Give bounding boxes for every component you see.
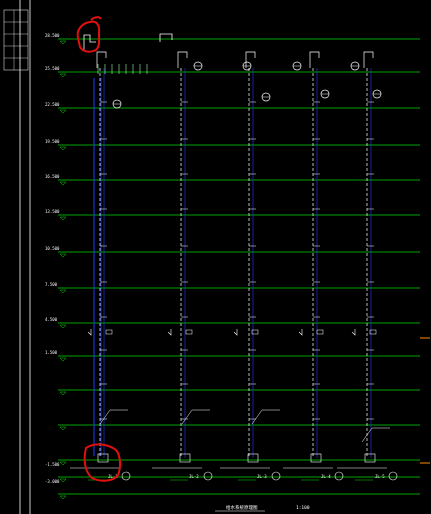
floor-label: 16.500 [45, 174, 60, 179]
riser-tag: JL-5 [375, 474, 385, 479]
riser-top-cap [177, 51, 188, 68]
valve-box [310, 453, 322, 463]
riser-tag: JL-2 [189, 474, 199, 479]
level-marker [59, 478, 67, 483]
level-marker [59, 391, 67, 396]
valve-symbol [83, 34, 96, 50]
level-marker [59, 289, 67, 294]
floor-label: 28.500 [45, 33, 60, 38]
left-title-block [3, 0, 31, 514]
floor-labels-group: 28.500 25.500 22.500 19.500 16.500 13.500 10.5… [45, 33, 60, 484]
floor-label: 25.500 [45, 66, 60, 71]
level-marker [59, 461, 67, 466]
level-marker [59, 426, 67, 431]
check-valve [167, 329, 172, 336]
check-valve [87, 329, 92, 336]
floor-label: 19.500 [45, 139, 60, 144]
check-valve [233, 329, 238, 336]
riser-tag: JL-3 [257, 474, 267, 479]
top-left-marked-valve [76, 16, 102, 53]
leader-line [99, 409, 111, 425]
riser-top-cap [96, 51, 107, 68]
riser-tags-group: JL-1 JL-2 JL-3 JL-4 JL-5 [108, 474, 385, 479]
floor-label: 13.500 [45, 209, 60, 214]
drawing-scale-text: 1:100 [296, 505, 310, 511]
check-valve [298, 329, 303, 336]
level-marker [59, 253, 67, 258]
valve-box [97, 453, 109, 463]
ground-circle [271, 471, 281, 481]
floor-label: 10.500 [45, 246, 60, 251]
level-marker [59, 146, 67, 151]
drawing-title-text: 给水系统原理图 [226, 504, 258, 511]
note-box [185, 329, 193, 335]
level-marker [59, 73, 67, 78]
riser-top-cap [309, 51, 320, 68]
level-marker [59, 357, 67, 362]
ground-circle [203, 471, 213, 481]
valve-symbol [159, 33, 173, 42]
riser-tag: JL-4 [321, 474, 331, 479]
level-marker [59, 40, 67, 45]
drawing-caption: 给水系统原理图 1:100 [215, 504, 310, 512]
check-valve [351, 329, 356, 336]
floor-label: 22.500 [45, 102, 60, 107]
note-box [105, 329, 113, 335]
level-marker [59, 324, 67, 329]
ground-circle [121, 471, 131, 481]
cad-drawing-canvas: 28.500 25.500 22.500 19.500 16.500 13.500 10.5… [3, 0, 430, 514]
level-marker [59, 181, 67, 186]
floor-label: 4.500 [45, 317, 58, 322]
level-marker [59, 495, 67, 500]
fixtures-group [70, 33, 398, 481]
riser-top-cap [363, 51, 374, 68]
floor-label: -3.000 [45, 479, 60, 484]
riser-pipes-group [93, 51, 374, 458]
floor-label: 1.500 [45, 350, 58, 355]
leader-line [181, 409, 193, 425]
floor-label: 7.500 [45, 282, 58, 287]
valve-box [364, 453, 376, 463]
floor-lines-group [58, 38, 430, 500]
level-marker [59, 109, 67, 114]
ground-circle [388, 471, 398, 481]
floor-label: -1.500 [45, 462, 60, 467]
leader-line [251, 409, 263, 425]
level-marker [59, 216, 67, 221]
ground-circle [334, 471, 344, 481]
markup-annotations [76, 16, 122, 482]
riser-top-cap [245, 51, 256, 68]
note-box [316, 329, 324, 335]
